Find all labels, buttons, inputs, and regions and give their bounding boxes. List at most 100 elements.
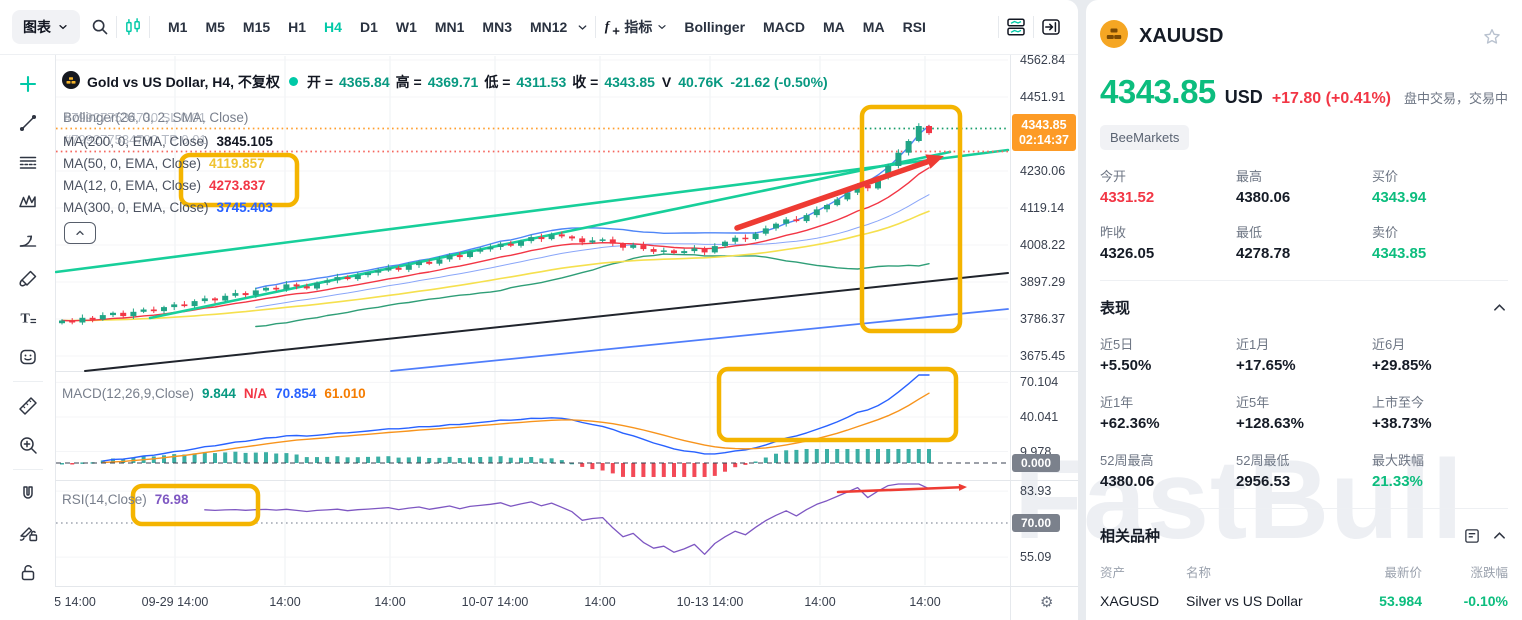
stat-label: 买价: [1372, 166, 1508, 185]
text-tool-icon[interactable]: T: [17, 307, 39, 329]
perf-cell: 近6月+29.85%: [1372, 334, 1508, 374]
related-collapse-chevron-icon[interactable]: [1491, 527, 1508, 544]
divider: [1100, 280, 1508, 281]
toolbar-separator: [595, 16, 596, 38]
perf-label: 52周最低: [1236, 450, 1372, 469]
perf-label: 近1月: [1236, 334, 1372, 353]
axis-settings-gear-icon[interactable]: ⚙: [1040, 593, 1053, 611]
stat-label: 今开: [1100, 166, 1236, 185]
instrument-gold-icon: [1100, 20, 1128, 53]
grid: [56, 56, 1008, 585]
brush-lock-icon[interactable]: [17, 522, 39, 544]
panel-layout-icon[interactable]: [1005, 16, 1027, 38]
quick-indicator-ma-2[interactable]: MA: [855, 13, 893, 41]
toolbar-separator: [1033, 16, 1034, 38]
indicators-button[interactable]: 指标: [622, 11, 676, 43]
perf-value: 2956.53: [1236, 473, 1372, 490]
perf-cell: 近5日+5.50%: [1100, 334, 1236, 374]
related-asset: XAGUSD: [1100, 593, 1186, 609]
quote-stats-grid: 今开 4331.52最高4380.06买价 4343.94 昨收 4326.05最低 42…: [1100, 166, 1508, 262]
quick-indicator-rsi[interactable]: RSI: [895, 13, 934, 41]
brush-icon[interactable]: [17, 268, 39, 290]
related-list-icon[interactable]: [1463, 527, 1481, 545]
timeframe-MN12[interactable]: MN12: [522, 13, 575, 41]
rail-divider: [13, 469, 43, 470]
stat-cell: 最高4380.06: [1236, 166, 1372, 206]
timeframe-W1[interactable]: W1: [388, 13, 425, 41]
perf-label: 近6月: [1372, 334, 1508, 353]
timeframe-H1[interactable]: H1: [280, 13, 314, 41]
magnet-icon[interactable]: [17, 483, 39, 505]
performance-grid: 近5日+5.50%近1月+17.65%近6月+29.85%近1年+62.36%近…: [1100, 334, 1508, 490]
related-header-cell: 涨跌幅: [1422, 562, 1508, 581]
related-header-cell: 名称: [1186, 562, 1330, 581]
candlestick-style-icon[interactable]: [123, 17, 143, 37]
stat-value: 4331.52: [1100, 189, 1236, 206]
related-change: -0.10%: [1422, 593, 1508, 609]
stat-label: 卖价: [1372, 222, 1508, 241]
collapse-panel-icon[interactable]: [1040, 16, 1062, 38]
timeframe-D1[interactable]: D1: [352, 13, 386, 41]
stat-value: 4343.94: [1372, 189, 1508, 206]
stat-cell: 最低 4278.78: [1236, 222, 1372, 262]
arrow-curve-icon[interactable]: [17, 229, 39, 251]
svg-text:T: T: [20, 312, 30, 327]
trend-line-icon[interactable]: [17, 112, 39, 134]
stat-label: 昨收: [1100, 222, 1236, 241]
perf-cell: 52周最高4380.06: [1100, 450, 1236, 490]
stat-label: 最高: [1236, 166, 1372, 185]
perf-label: 上市至今: [1372, 392, 1508, 411]
stat-value: 4278.78: [1236, 245, 1372, 262]
timeframe-H4[interactable]: H4: [316, 13, 350, 41]
timeframe-MN3[interactable]: MN3: [474, 13, 520, 41]
performance-collapse-chevron-icon[interactable]: [1491, 299, 1508, 316]
chart-menu-button[interactable]: 图表: [12, 10, 80, 44]
timeframe-MN1[interactable]: MN1: [427, 13, 473, 41]
related-header-cell: 最新价: [1330, 562, 1422, 581]
zoom-in-icon[interactable]: [17, 434, 39, 456]
indicators-label: 指标: [624, 17, 652, 37]
related-table-header: 资产名称最新价涨跌幅: [1100, 562, 1508, 581]
search-icon[interactable]: [90, 17, 110, 37]
chart-card: 图表 M1M5M15H1H4D1W1MN1MN3MN12 f 指标 Bollin…: [0, 0, 1078, 620]
perf-label: 近5年: [1236, 392, 1372, 411]
stat-label: 最低: [1236, 222, 1372, 241]
emoji-sticker-icon[interactable]: [17, 346, 39, 368]
timeframe-M15[interactable]: M15: [235, 13, 278, 41]
ruler-icon[interactable]: [17, 395, 39, 417]
quick-indicator-ma[interactable]: MA: [815, 13, 853, 41]
perf-value: +5.50%: [1100, 357, 1236, 374]
related-header-cell: 资产: [1100, 562, 1186, 581]
instrument-symbol: XAUUSD: [1139, 25, 1223, 48]
chart-menu-label: 图表: [23, 17, 51, 37]
related-row[interactable]: XAGUSDSilver vs US Dollar53.984-0.10%: [1100, 593, 1508, 609]
related-name: Silver vs US Dollar: [1186, 593, 1330, 609]
stat-cell: 昨收 4326.05: [1100, 222, 1236, 262]
order-lines[interactable]: [56, 129, 1008, 152]
candlestick-chart[interactable]: [0, 0, 1078, 620]
add-drawing-icon[interactable]: [17, 73, 39, 95]
perf-label: 近1年: [1100, 392, 1236, 411]
instrument-sidebar: XAUUSD 4343.85 USD +17.80 (+0.41%) 盘中交易，…: [1086, 0, 1522, 620]
function-indicator-icon[interactable]: f: [602, 17, 622, 37]
quick-indicator-macd[interactable]: MACD: [755, 13, 813, 41]
timeframe-M5[interactable]: M5: [197, 13, 232, 41]
pattern-waves-icon[interactable]: [17, 190, 39, 212]
stat-value: 4326.05: [1100, 245, 1236, 262]
perf-cell: 最大跌幅21.33%: [1372, 450, 1508, 490]
stat-cell: 买价 4343.94: [1372, 166, 1508, 206]
pane-collapse-button[interactable]: [64, 222, 96, 244]
favorite-star-icon[interactable]: [1482, 27, 1502, 47]
quick-indicator-row: BollingerMACDMAMARSI: [676, 13, 934, 41]
unlock-icon[interactable]: [17, 561, 39, 583]
drawing-tool-rail: T: [0, 55, 55, 620]
timeframe-M1[interactable]: M1: [160, 13, 195, 41]
perf-value: +17.65%: [1236, 357, 1372, 374]
horizontal-lines-icon[interactable]: [17, 151, 39, 173]
svg-text:f: f: [605, 19, 611, 34]
timeframes-chevron-down-icon[interactable]: [576, 21, 589, 34]
perf-cell: 近1月 +17.65%: [1236, 334, 1372, 374]
broker-tag[interactable]: BeeMarkets: [1100, 125, 1189, 150]
quick-indicator-bollinger[interactable]: Bollinger: [676, 13, 753, 41]
toolbar-separator: [998, 16, 999, 38]
